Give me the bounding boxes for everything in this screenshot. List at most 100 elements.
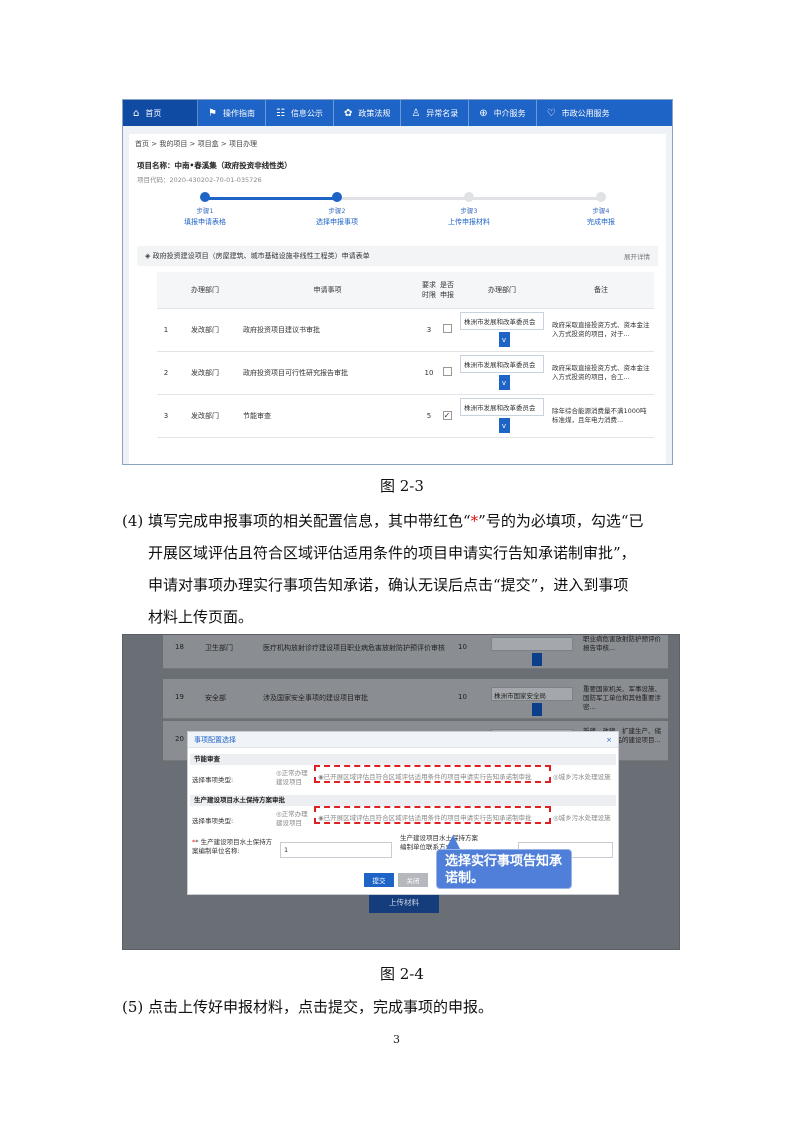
nav-item-0[interactable]: ⌂ 首页: [123, 100, 198, 126]
radio-sewage[interactable]: ◎城乡污水处理设施: [553, 771, 611, 781]
table-header-row: 办理部门 申请事项 要求时限 是否申报 办理部门 备注: [157, 272, 654, 309]
chevron-down-icon[interactable]: v: [498, 332, 510, 347]
apply-checkbox[interactable]: [442, 367, 452, 376]
project-name: 项目名称：中南•春溪集（政府投资非线性类）: [137, 161, 292, 170]
step-3[interactable]: 步骤3 上传申报材料: [429, 192, 509, 227]
note-text: 除年综合能源消费量不满1000吨标准煤，且年电力消费...: [552, 406, 647, 424]
office-select[interactable]: 株洲市发展和改革委员会: [460, 355, 544, 373]
col-no: [157, 272, 175, 309]
radio-normal[interactable]: ◎正常办理建设项目: [276, 810, 314, 828]
step-4[interactable]: 步骤4 完成申报: [561, 192, 641, 227]
paragraph-step-4: (4) 填写完成申报事项的相关配置信息，其中带红色“*”号的为必填项，勾选“已 …: [122, 505, 682, 633]
close-button[interactable]: 关闭: [398, 873, 428, 887]
step-dot: [332, 192, 342, 202]
callout-annotation: 选择实行事项告知承诺制。: [436, 849, 572, 889]
cell-office: 株洲市发展和改革委员会 v: [456, 308, 548, 352]
section-header: ◈ 政府投资建设项目（房屋建筑、城市基础设施非线性工程类）申请表单 展开详情: [137, 246, 658, 266]
nav-icon: ⚑: [208, 107, 217, 119]
cell-item: 节能审查: [235, 394, 420, 438]
step-dot: [200, 192, 210, 202]
chevron-down-icon[interactable]: v: [498, 418, 510, 433]
nav-item-3[interactable]: ✿ 政策法规: [334, 100, 402, 126]
cell-office: 株洲市发展和改革委员会 v: [456, 351, 548, 395]
step-number: 步骤3: [460, 207, 478, 215]
table-row: 1 发改部门 政府投资项目建议书审批 3 株洲市发展和改革委员会 v 政府采取直接投资方式、…: [157, 308, 654, 352]
nav-label: 市政公用服务: [561, 108, 610, 118]
cell-apply: [438, 351, 456, 395]
apply-checkbox[interactable]: [442, 324, 452, 333]
office-select[interactable]: 株洲市国家安全局: [491, 687, 573, 701]
nav-label: 操作指南: [222, 108, 255, 118]
cell-note: 政府采取直接投资方式、资本金注入方式投资的项目，对于...: [548, 308, 654, 352]
option-row: 选择事项类型: ◎正常办理建设项目 ◉已开展区域评估且符合区域评估适用条件的项目…: [188, 765, 618, 793]
col-note: 备注: [548, 272, 654, 309]
group-title: 节能审查: [190, 754, 616, 765]
nav-label: 异常名录: [426, 108, 459, 118]
radio-commitment[interactable]: ◉已开展区域评估且符合区域评估适用条件的项目申请实行告知承诺制审批: [318, 812, 532, 822]
section-title: 政府投资建设项目（房屋建筑、城市基础设施非线性工程类）申请表单: [152, 252, 370, 260]
step-1[interactable]: 步骤1 填报申请表格: [165, 192, 245, 227]
field-label: ** 生产建设项目水土保持方案编制单位名称:: [192, 838, 273, 855]
table-row: 2 发改部门 政府投资项目可行性研究报告审批 10 株洲市发展和改革委员会 v 政府采取直接…: [157, 351, 654, 395]
cell-no: 18: [175, 643, 184, 651]
para-line: 点击上传好申报材料，点击提交，完成事项的申报。: [148, 998, 494, 1016]
office-select[interactable]: [491, 637, 573, 651]
top-nav: ⌂ 首页 ⚑ 操作指南 ☷ 信息公示 ✿ 政策法规 ♙ 异常名录 ⊕ 中介服务 ♡ 市政公用服务: [123, 100, 672, 126]
list-label: (4): [122, 512, 144, 530]
nav-item-4[interactable]: ♙ 异常名录: [401, 100, 470, 126]
cell-no: 20: [175, 735, 184, 743]
chevron-down-icon[interactable]: v: [498, 375, 510, 390]
nav-item-2[interactable]: ☷ 信息公示: [266, 100, 334, 126]
cell-item: 政府投资项目可行性研究报告审批: [235, 351, 420, 395]
radio-normal[interactable]: ◎正常办理建设项目: [276, 769, 314, 787]
nav-item-6[interactable]: ♡ 市政公用服务: [537, 100, 620, 126]
cell-apply: [438, 308, 456, 352]
note-text: 政府采取直接投资方式、资本金注入方式投资的项目，合工...: [552, 363, 650, 381]
option-label: 选择事项类型:: [192, 817, 234, 825]
cell-note: 重要国家机关、军事设施、国防军工单位和其他重要涉密...: [583, 685, 661, 711]
chevron-down-icon[interactable]: [532, 703, 542, 716]
submit-button[interactable]: 提交: [364, 873, 394, 887]
nav-label: 信息公示: [290, 108, 323, 118]
cell-office: 株洲市发展和改革委员会 v: [456, 394, 548, 438]
step-number: 步骤2: [328, 207, 346, 215]
option-label: 选择事项类型:: [192, 776, 234, 784]
group-title: 生产建设项目水土保持方案审批: [190, 795, 616, 806]
radio-commitment[interactable]: ◉已开展区域评估且符合区域评估适用条件的项目申请实行告知承诺制审批: [318, 771, 532, 781]
step-2[interactable]: 步骤2 选择申报事项: [297, 192, 377, 227]
layers-icon: ◈: [145, 252, 151, 260]
nav-item-5[interactable]: ⊕ 中介服务: [469, 100, 537, 126]
nav-label: 政策法规: [358, 108, 391, 118]
cell-dept: 卫生部门: [205, 644, 233, 652]
apply-checkbox[interactable]: ✓: [442, 411, 452, 420]
office-select[interactable]: 株洲市发展和改革委员会: [460, 312, 544, 330]
unit-name-input[interactable]: 1: [280, 842, 392, 858]
figure-caption-2: 图 2-4: [380, 965, 424, 983]
cell-note: 职业病危害放射防护预评价报告审核...: [583, 635, 661, 652]
cell-note: 除年综合能源消费量不满1000吨标准煤，且年电力消费...: [548, 394, 654, 438]
cell-no: 2: [157, 351, 175, 395]
cell-apply: ✓: [438, 394, 456, 438]
screenshot-modal: 18 卫生部门 医疗机构放射诊疗建设项目职业病危害放射防护预评价审核 10 职业病危害放…: [122, 634, 680, 950]
office-select[interactable]: 株洲市发展和改革委员会: [460, 398, 544, 416]
nav-label: 首页: [145, 108, 162, 118]
close-icon[interactable]: ×: [606, 736, 612, 744]
cell-note: 政府采取直接投资方式、资本金注入方式投资的项目，合工...: [548, 351, 654, 395]
screenshot-project-steps: ⌂ 首页 ⚑ 操作指南 ☷ 信息公示 ✿ 政策法规 ♙ 异常名录 ⊕ 中介服务 ♡ 市政公用服务 首页 >…: [122, 99, 673, 465]
nav-icon: ☷: [275, 107, 285, 119]
breadcrumb: 首页 > 我的项目 > 项目盒 > 项目办理: [129, 134, 666, 154]
nav-label: 中介服务: [493, 108, 526, 118]
nav-item-1[interactable]: ⚑ 操作指南: [198, 100, 266, 126]
cell-days: 10: [458, 643, 467, 651]
col-dept: 办理部门: [175, 272, 235, 309]
col-apply: 是否申报: [438, 272, 456, 309]
col-office: 办理部门: [456, 272, 548, 309]
col-item: 申请事项: [235, 272, 420, 309]
nav-icon: ♙: [411, 107, 421, 119]
items-table: 办理部门 申请事项 要求时限 是否申报 办理部门 备注 1 发改部门 政府投资项目建…: [157, 272, 654, 438]
expand-details-button[interactable]: 展开详情: [624, 251, 650, 261]
nav-icon: ⊕: [479, 107, 488, 119]
project-panel: 项目名称：中南•春溪集（政府投资非线性类） 项目代码：2020-430202-7…: [129, 154, 666, 464]
chevron-down-icon[interactable]: [532, 653, 542, 666]
radio-sewage[interactable]: ◎城乡污水处理设施: [553, 812, 611, 822]
